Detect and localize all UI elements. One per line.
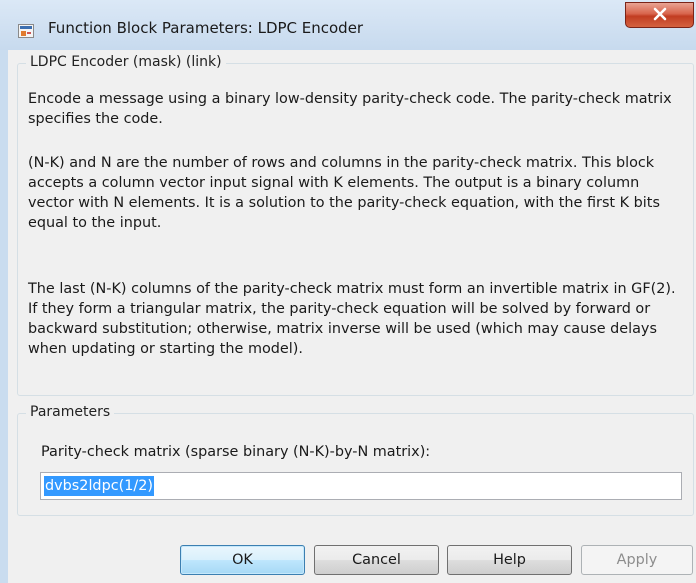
description-group-label: LDPC Encoder (mask) (link) xyxy=(26,54,226,70)
parity-check-matrix-label: Parity-check matrix (sparse binary (N-K)… xyxy=(41,444,431,460)
parameters-group-label: Parameters xyxy=(26,404,115,420)
help-button[interactable]: Help xyxy=(447,545,572,575)
description-paragraph-1: Encode a message using a binary low-dens… xyxy=(28,91,672,127)
parity-check-matrix-input[interactable]: dvbs2ldpc(1/2) xyxy=(40,472,682,500)
title-bar[interactable]: Function Block Parameters: LDPC Encoder xyxy=(0,0,696,50)
parameters-group: Parameters xyxy=(17,404,694,516)
simulink-block-icon xyxy=(18,23,34,38)
description-paragraph-2: (N-K) and N are the number of rows and c… xyxy=(28,155,660,231)
description-paragraph-3: The last (N-K) columns of the parity-che… xyxy=(28,281,676,357)
ok-button[interactable]: OK xyxy=(180,545,305,575)
dialog-client-area: LDPC Encoder (mask) (link) Encode a mess… xyxy=(8,50,696,583)
close-icon xyxy=(652,6,668,25)
parity-check-matrix-value[interactable]: dvbs2ldpc(1/2) xyxy=(44,476,155,496)
dialog-window: Function Block Parameters: LDPC Encoder … xyxy=(0,0,696,583)
window-title: Function Block Parameters: LDPC Encoder xyxy=(48,19,364,37)
apply-button[interactable]: Apply xyxy=(581,545,693,575)
close-button[interactable] xyxy=(625,2,694,28)
cancel-button[interactable]: Cancel xyxy=(314,545,439,575)
